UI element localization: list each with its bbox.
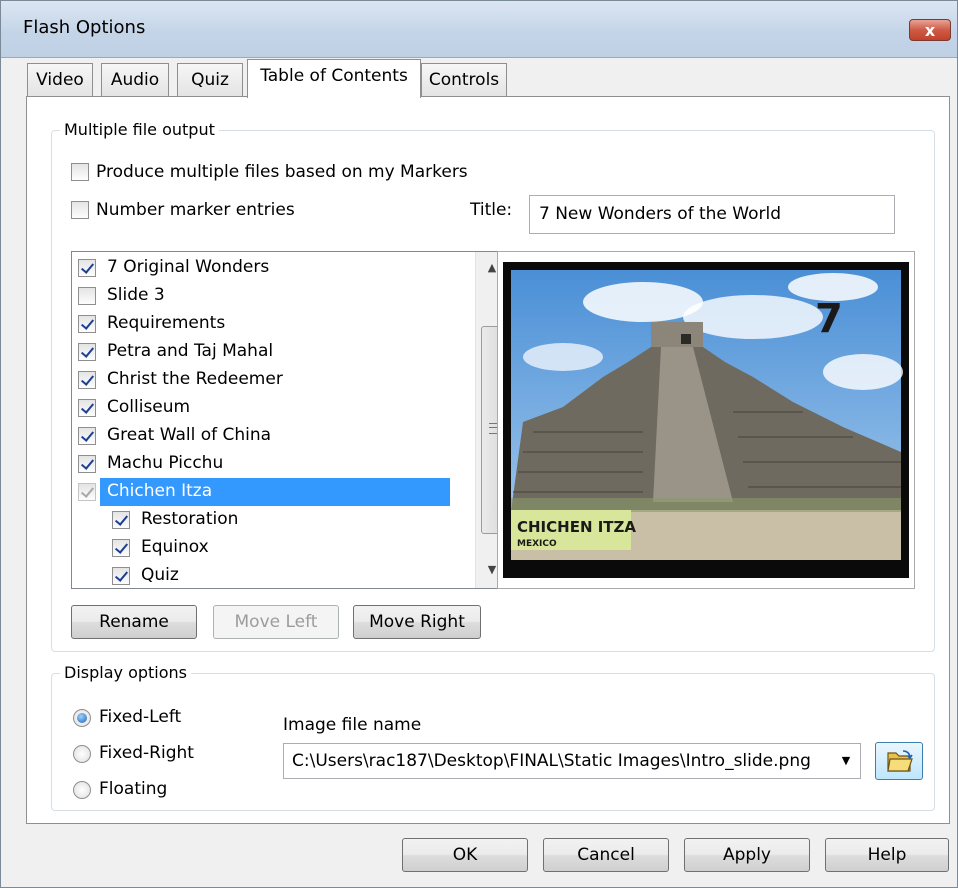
list-item-checkbox[interactable] — [112, 567, 130, 585]
list-item-label: Slide 3 — [107, 285, 165, 305]
title-bar[interactable]: Flash Options x — [1, 1, 957, 58]
help-button[interactable]: Help — [825, 838, 949, 872]
display-options-group: Display options — [51, 663, 935, 811]
list-item-checkbox[interactable] — [78, 315, 96, 333]
list-item-checkbox[interactable] — [112, 511, 130, 529]
list-item[interactable]: Chichen Itza — [72, 478, 450, 506]
list-item-checkbox[interactable] — [112, 539, 130, 557]
multiple-file-output-legend: Multiple file output — [60, 120, 219, 139]
fixed-right-radio[interactable] — [73, 745, 91, 763]
list-item-label: Petra and Taj Mahal — [107, 341, 274, 361]
fixed-left-radio[interactable] — [73, 709, 91, 727]
dropdown-arrow-icon[interactable]: ▼ — [832, 744, 860, 778]
list-item-label: Machu Picchu — [107, 453, 224, 473]
list-item-checkbox[interactable] — [78, 259, 96, 277]
chichen-itza-image: 7 CHICHEN ITZA MEXICO — [511, 270, 903, 560]
ok-button[interactable]: OK — [402, 838, 528, 872]
scroll-grip-icon — [489, 423, 497, 434]
list-item-label: Christ the Redeemer — [107, 369, 283, 389]
table-of-contents-panel: Multiple file output Produce multiple fi… — [26, 96, 950, 824]
list-item[interactable]: Colliseum — [72, 394, 450, 422]
list-item[interactable]: Great Wall of China — [72, 422, 450, 450]
close-icon: x — [924, 21, 936, 40]
floating-label: Floating — [99, 779, 168, 799]
list-item[interactable]: Slide 3 — [72, 282, 450, 310]
slide-caption-subtitle: MEXICO — [517, 539, 557, 549]
list-item-label: Colliseum — [107, 397, 191, 417]
list-item-checkbox[interactable] — [78, 455, 96, 473]
list-item[interactable]: Restoration — [72, 506, 450, 534]
list-item[interactable]: 7 Original Wonders — [72, 254, 450, 282]
marker-list[interactable]: 7 Original Wonders Slide 3 Requirements Pet… — [71, 251, 509, 589]
list-item[interactable]: Requirements — [72, 310, 450, 338]
move-left-button[interactable]: Move Left — [213, 605, 339, 639]
list-item-label: Great Wall of China — [107, 425, 272, 445]
display-options-legend: Display options — [60, 663, 191, 682]
list-item-label: Equinox — [141, 537, 209, 557]
title-input[interactable]: 7 New Wonders of the World — [529, 195, 895, 234]
list-item[interactable]: Equinox — [72, 534, 450, 562]
produce-multiple-files-label: Produce multiple files based on my Marke… — [96, 162, 468, 182]
open-folder-icon — [887, 750, 913, 772]
image-file-path: C:\Users\rac187\Desktop\FINAL\Static Ima… — [292, 751, 811, 771]
list-item-checkbox[interactable] — [78, 371, 96, 389]
tab-quiz[interactable]: Quiz — [177, 63, 243, 97]
tab-video[interactable]: Video — [27, 63, 93, 97]
list-item-label: Chichen Itza — [107, 481, 213, 501]
flash-options-dialog: Flash Options x Video Audio Quiz Table o… — [0, 0, 958, 888]
rename-button[interactable]: Rename — [71, 605, 197, 639]
list-item[interactable]: Quiz — [72, 562, 450, 588]
close-button[interactable]: x — [909, 19, 951, 41]
list-item-checkbox[interactable] — [78, 287, 96, 305]
produce-multiple-files-checkbox[interactable] — [71, 163, 89, 181]
fixed-right-label: Fixed-Right — [99, 743, 194, 763]
image-file-name-label: Image file name — [283, 715, 422, 735]
list-item-checkbox[interactable] — [78, 343, 96, 361]
list-item-checkbox[interactable] — [78, 399, 96, 417]
window-title: Flash Options — [23, 17, 146, 38]
list-item-checkbox[interactable] — [78, 427, 96, 445]
slide-thumbnail: 7 CHICHEN ITZA MEXICO — [503, 262, 909, 578]
title-label: Title: — [470, 200, 513, 220]
tab-audio[interactable]: Audio — [101, 63, 169, 97]
fixed-left-label: Fixed-Left — [99, 707, 182, 727]
list-item[interactable]: Machu Picchu — [72, 450, 450, 478]
slide-preview: 7 CHICHEN ITZA MEXICO — [497, 251, 915, 589]
list-item-label: Restoration — [141, 509, 239, 529]
number-marker-entries-label: Number marker entries — [96, 200, 295, 220]
floating-radio[interactable] — [73, 781, 91, 799]
cancel-button[interactable]: Cancel — [543, 838, 669, 872]
slide-caption-title: CHICHEN ITZA — [517, 518, 636, 536]
tab-table-of-contents[interactable]: Table of Contents — [247, 59, 421, 98]
tab-controls[interactable]: Controls — [421, 63, 507, 97]
list-item[interactable]: Christ the Redeemer — [72, 366, 450, 394]
list-item-label: Requirements — [107, 313, 226, 333]
move-right-button[interactable]: Move Right — [353, 605, 481, 639]
list-item[interactable]: Petra and Taj Mahal — [72, 338, 450, 366]
browse-folder-button[interactable] — [875, 742, 923, 780]
list-item-label: Quiz — [141, 565, 179, 585]
apply-button[interactable]: Apply — [684, 838, 810, 872]
number-marker-entries-checkbox[interactable] — [71, 201, 89, 219]
list-item-checkbox[interactable] — [78, 483, 96, 501]
list-item-label: 7 Original Wonders — [107, 257, 270, 277]
image-file-name-combo[interactable]: C:\Users\rac187\Desktop\FINAL\Static Ima… — [283, 743, 861, 779]
slide-number: 7 — [815, 296, 843, 342]
